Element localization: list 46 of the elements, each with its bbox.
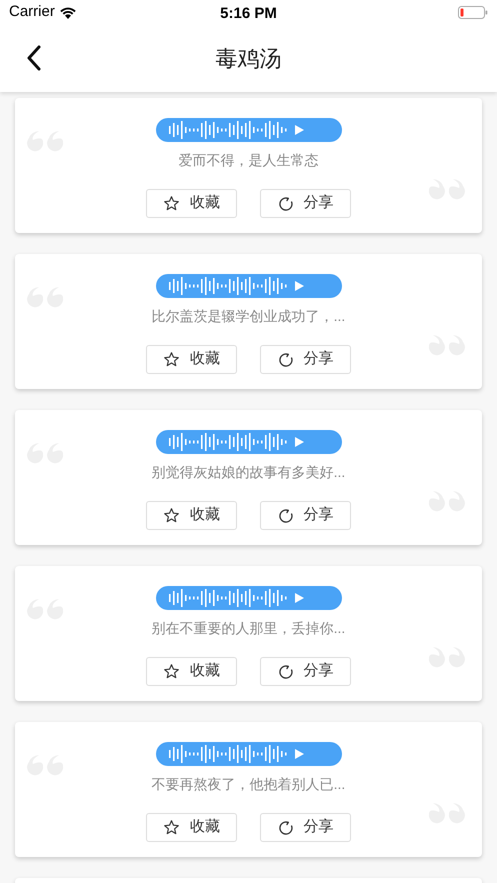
favorite-button[interactable]: 收藏 <box>146 345 237 374</box>
refresh-icon <box>278 820 294 836</box>
play-icon <box>294 749 304 759</box>
star-icon <box>163 351 180 368</box>
carrier-label: Carrier <box>9 2 55 22</box>
play-icon <box>294 593 304 603</box>
star-icon <box>163 819 180 836</box>
quote-text: 别在不重要的人那里，丢掉你... <box>152 619 346 638</box>
favorite-button[interactable]: 收藏 <box>146 813 237 842</box>
share-button[interactable]: 分享 <box>260 345 351 374</box>
waveform-icon <box>168 744 288 764</box>
star-icon <box>163 195 180 212</box>
share-button[interactable]: 分享 <box>260 189 351 218</box>
share-button[interactable]: 分享 <box>260 813 351 842</box>
quote-text: 别觉得灰姑娘的故事有多美好... <box>152 463 346 482</box>
share-button[interactable]: 分享 <box>260 657 351 686</box>
waveform-icon <box>168 432 288 452</box>
wifi-icon <box>58 6 77 19</box>
refresh-icon <box>278 196 294 212</box>
back-icon[interactable] <box>26 45 42 71</box>
favorite-button[interactable]: 收藏 <box>146 189 237 218</box>
audio-play-button[interactable] <box>156 586 342 610</box>
play-icon <box>294 437 304 447</box>
waveform-icon <box>168 276 288 296</box>
favorite-button[interactable]: 收藏 <box>146 501 237 530</box>
refresh-icon <box>278 508 294 524</box>
clock-time: 5:16 PM <box>220 4 277 24</box>
audio-play-button[interactable] <box>156 118 342 142</box>
refresh-icon <box>278 352 294 368</box>
quote-text: 不要再熬夜了，他抱着别人已... <box>152 775 346 794</box>
share-button[interactable]: 分享 <box>260 501 351 530</box>
audio-play-button[interactable] <box>156 430 342 454</box>
star-icon <box>163 663 180 680</box>
refresh-icon <box>278 664 294 680</box>
waveform-icon <box>168 120 288 140</box>
star-icon <box>163 507 180 524</box>
quote-text: 比尔盖茨是辍学创业成功了，... <box>152 307 346 326</box>
battery-icon <box>458 6 488 19</box>
quote-text: 爱而不得，是人生常态 <box>178 151 318 170</box>
play-icon <box>294 125 304 135</box>
page-title: 毒鸡汤 <box>216 45 282 73</box>
favorite-button[interactable]: 收藏 <box>146 657 237 686</box>
waveform-icon <box>168 588 288 608</box>
audio-play-button[interactable] <box>156 274 342 298</box>
play-icon <box>294 281 304 291</box>
audio-play-button[interactable] <box>156 742 342 766</box>
